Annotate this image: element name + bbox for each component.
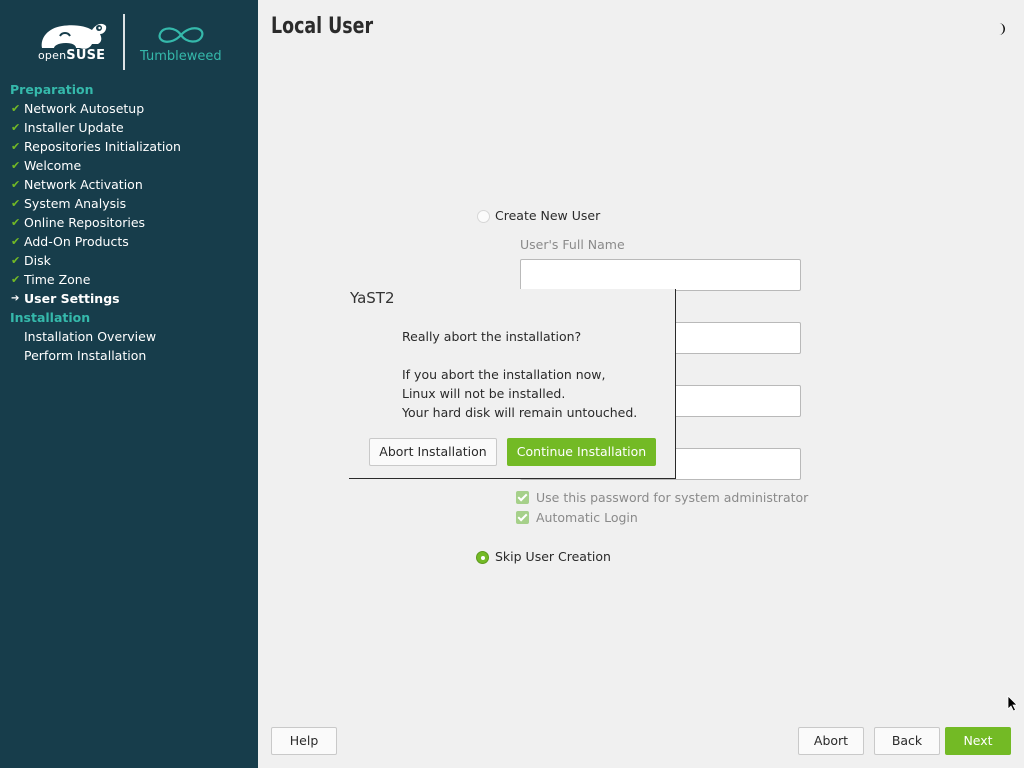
step-label: User Settings xyxy=(24,291,120,306)
abort-confirm-dialog: YaST2 Really abort the installation? If … xyxy=(349,289,676,479)
step-label: Time Zone xyxy=(24,272,91,287)
dialog-detail-line: Your hard disk will remain untouched. xyxy=(402,405,638,420)
installation-steps: Preparation ✔ Network Autosetup ✔ Installe… xyxy=(0,80,258,365)
step-welcome: ✔ Welcome xyxy=(0,156,258,175)
check-icon: ✔ xyxy=(11,273,21,286)
automatic-login-checkbox[interactable] xyxy=(516,511,529,524)
step-label: Perform Installation xyxy=(24,348,147,363)
step-installation-overview: Installation Overview xyxy=(0,327,258,346)
dialog-question: Really abort the installation? xyxy=(402,329,582,344)
distribution-name: Tumbleweed xyxy=(140,49,222,64)
check-icon: ✔ xyxy=(11,102,21,115)
installer-sidebar: openSUSE Tumbleweed Preparation ✔ Network… xyxy=(0,0,258,768)
mouse-cursor-icon xyxy=(1007,695,1018,712)
section-preparation: Preparation xyxy=(10,82,94,97)
dialog-detail-line: If you abort the installation now, xyxy=(402,367,606,382)
page-title: Local User xyxy=(271,14,374,39)
step-label: Repositories Initialization xyxy=(24,139,181,154)
step-add-on-products: ✔ Add-On Products xyxy=(0,232,258,251)
step-network-autosetup: ✔ Network Autosetup xyxy=(0,99,258,118)
admin-password-label[interactable]: Use this password for system administrat… xyxy=(536,490,808,505)
step-label: Installation Overview xyxy=(24,329,157,344)
help-button[interactable]: Help xyxy=(271,727,337,755)
abort-button[interactable]: Abort xyxy=(798,727,864,755)
check-icon: ✔ xyxy=(11,140,21,153)
next-button[interactable]: Next xyxy=(945,727,1011,755)
step-installer-update: ✔ Installer Update xyxy=(0,118,258,137)
skip-user-label[interactable]: Skip User Creation xyxy=(495,549,611,564)
step-label: Online Repositories xyxy=(24,215,146,230)
check-icon: ✔ xyxy=(11,235,21,248)
step-network-activation: ✔ Network Activation xyxy=(0,175,258,194)
arrow-right-icon: ➔ xyxy=(11,293,20,304)
dialog-body: Really abort the installation? If you ab… xyxy=(402,327,637,422)
automatic-login-label[interactable]: Automatic Login xyxy=(536,510,638,525)
logo-divider xyxy=(123,14,125,70)
dialog-details: If you abort the installation now, Linux… xyxy=(402,365,637,422)
full-name-label: User's Full Name xyxy=(520,237,625,252)
step-repositories-initialization: ✔ Repositories Initialization xyxy=(0,137,258,156)
half-moon-icon[interactable] xyxy=(994,22,1008,36)
logo-area: openSUSE Tumbleweed xyxy=(0,0,258,80)
check-icon: ✔ xyxy=(11,178,21,191)
full-name-input[interactable] xyxy=(520,259,801,291)
step-online-repositories: ✔ Online Repositories xyxy=(0,213,258,232)
step-time-zone: ✔ Time Zone xyxy=(0,270,258,289)
check-icon: ✔ xyxy=(11,197,21,210)
step-label: Disk xyxy=(24,253,51,268)
step-user-settings: ➔ User Settings xyxy=(0,289,258,308)
admin-password-checkbox[interactable] xyxy=(516,491,529,504)
continue-installation-button[interactable]: Continue Installation xyxy=(507,438,656,466)
create-user-radio[interactable] xyxy=(477,210,490,223)
check-icon: ✔ xyxy=(11,254,21,267)
abort-installation-button[interactable]: Abort Installation xyxy=(369,438,497,466)
create-user-label[interactable]: Create New User xyxy=(495,208,600,223)
check-icon: ✔ xyxy=(11,159,21,172)
dialog-title: YaST2 xyxy=(350,289,395,307)
check-icon: ✔ xyxy=(11,216,21,229)
section-installation: Installation xyxy=(10,310,91,325)
opensuse-prefix: open xyxy=(38,49,67,62)
tumbleweed-infinity-icon xyxy=(158,27,204,43)
check-icon: ✔ xyxy=(11,121,21,134)
skip-user-radio[interactable] xyxy=(476,551,489,564)
opensuse-suffix: SUSE xyxy=(66,48,106,63)
dialog-detail-line: Linux will not be installed. xyxy=(402,386,566,401)
step-disk: ✔ Disk xyxy=(0,251,258,270)
step-label: Network Activation xyxy=(24,177,143,192)
opensuse-wordmark: openSUSE xyxy=(38,48,105,63)
back-button[interactable]: Back xyxy=(874,727,940,755)
step-label: Installer Update xyxy=(24,120,124,135)
step-system-analysis: ✔ System Analysis xyxy=(0,194,258,213)
step-label: Network Autosetup xyxy=(24,101,145,116)
step-perform-installation: Perform Installation xyxy=(0,346,258,365)
step-label: Welcome xyxy=(24,158,82,173)
step-label: Add-On Products xyxy=(24,234,129,249)
step-label: System Analysis xyxy=(24,196,127,211)
